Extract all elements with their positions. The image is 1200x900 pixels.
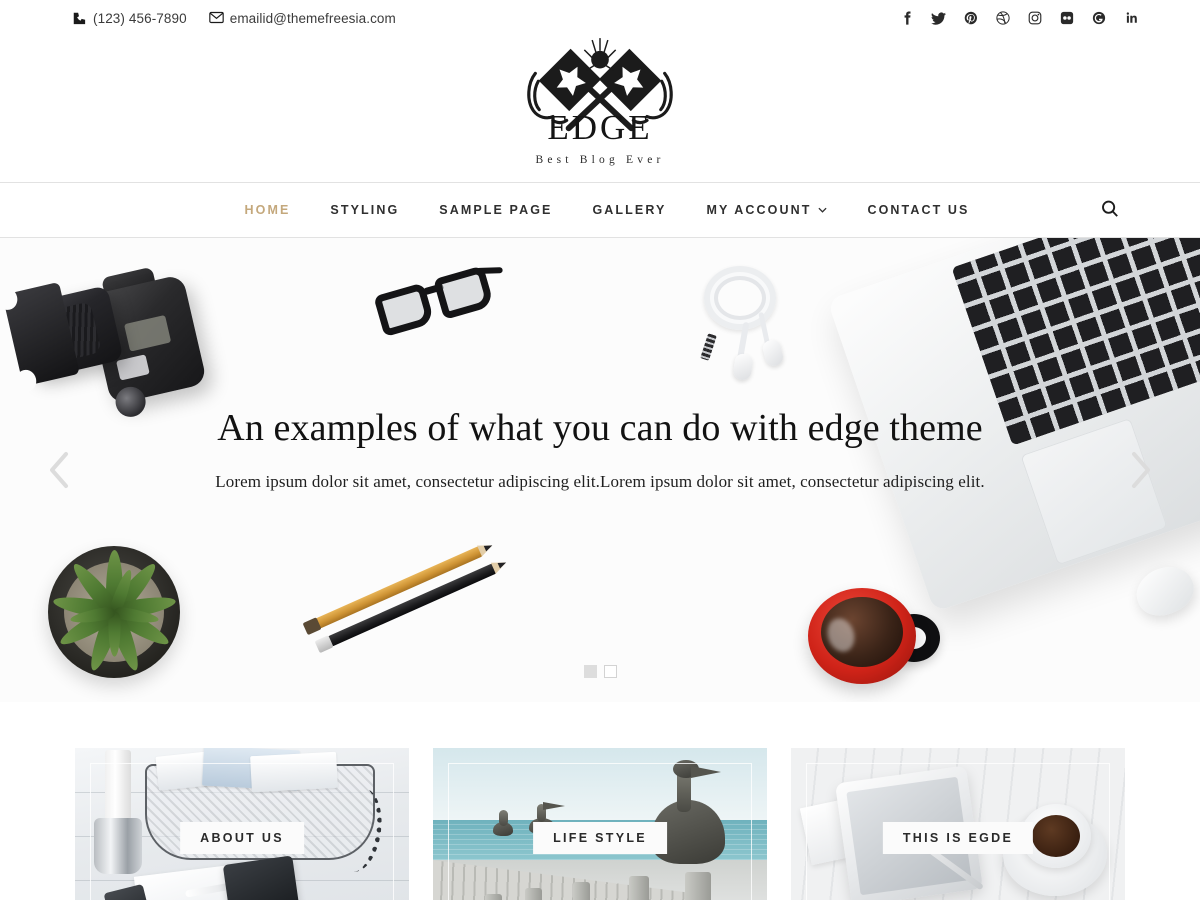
nav-label: SAMPLE PAGE xyxy=(439,203,553,217)
logo-tagline: Best Blog Ever xyxy=(535,154,665,166)
flickr-icon[interactable] xyxy=(1059,11,1074,26)
nav-label: STYLING xyxy=(330,203,400,217)
envelope-icon xyxy=(208,11,224,25)
hero-title: An examples of what you can do with edge… xyxy=(217,407,983,449)
chevron-down-icon xyxy=(818,207,828,213)
nav-label: MY ACCOUNT xyxy=(706,203,812,217)
feature-label-about-us: ABOUT US xyxy=(180,822,304,854)
plant-image xyxy=(48,546,180,678)
feature-box-this-is-egde[interactable]: THIS IS EGDE xyxy=(791,748,1125,900)
site-logo[interactable]: EDGE Best Blog Ever xyxy=(0,36,1200,182)
contact-info: (123) 456-7890 emailid@themefreesia.com xyxy=(72,11,396,26)
slider-dot-1[interactable] xyxy=(583,665,597,678)
feature-label-life-style: LIFE STYLE xyxy=(533,822,667,854)
nav-item-home[interactable]: HOME xyxy=(225,203,311,217)
nav-item-sample-page[interactable]: SAMPLE PAGE xyxy=(419,203,572,217)
phone-icon xyxy=(72,11,86,25)
slider-pagination xyxy=(0,665,1200,678)
facebook-icon[interactable] xyxy=(899,11,914,26)
phone-number: (123) 456-7890 xyxy=(93,10,187,26)
top-bar: (123) 456-7890 emailid@themefreesia.com xyxy=(0,0,1200,36)
feature-box-life-style[interactable]: LIFE STYLE xyxy=(433,748,767,900)
nav-item-gallery[interactable]: GALLERY xyxy=(572,203,686,217)
googleplus-icon[interactable] xyxy=(1091,11,1106,26)
twitter-icon[interactable] xyxy=(931,11,946,26)
dribbble-icon[interactable] xyxy=(995,11,1010,26)
email-address: emailid@themefreesia.com xyxy=(229,10,396,26)
phone-contact[interactable]: (123) 456-7890 xyxy=(72,11,187,26)
nav-label: CONTACT US xyxy=(867,203,970,217)
nav-label: HOME xyxy=(244,203,291,217)
nav-item-my-account[interactable]: MY ACCOUNT xyxy=(686,203,847,217)
nav-item-styling[interactable]: STYLING xyxy=(310,203,419,217)
feature-box-about-us[interactable]: ABOUT US xyxy=(75,748,409,900)
hero-subtitle: Lorem ipsum dolor sit amet, consectetur … xyxy=(215,471,985,491)
nav-item-contact-us[interactable]: CONTACT US xyxy=(847,203,989,217)
chevron-right-icon[interactable] xyxy=(1118,447,1164,493)
hero-caption: An examples of what you can do with edge… xyxy=(0,406,1200,492)
feature-label-this-is-egde: THIS IS EGDE xyxy=(882,822,1034,854)
slider-dot-2[interactable] xyxy=(603,665,617,678)
logo-title: EDGE xyxy=(547,108,653,147)
nav-menu: HOME STYLING SAMPLE PAGE GALLERY MY ACCO… xyxy=(211,203,990,217)
hero-slider: An examples of what you can do with edge… xyxy=(0,238,1200,702)
earbuds-image xyxy=(688,260,800,382)
pinterest-icon[interactable] xyxy=(963,11,978,26)
instagram-icon[interactable] xyxy=(1027,11,1042,26)
search-icon[interactable] xyxy=(1100,199,1122,221)
social-links xyxy=(899,11,1138,26)
linkedin-icon[interactable] xyxy=(1123,11,1138,26)
nav-label: GALLERY xyxy=(592,203,667,217)
email-contact[interactable]: emailid@themefreesia.com xyxy=(208,10,396,26)
main-navigation: HOME STYLING SAMPLE PAGE GALLERY MY ACCO… xyxy=(0,182,1200,238)
pencils-image xyxy=(302,539,528,658)
chevron-left-icon[interactable] xyxy=(36,447,82,493)
feature-boxes: ABOUT US LIFE STYLE THIS IS EGDE xyxy=(0,702,1200,900)
